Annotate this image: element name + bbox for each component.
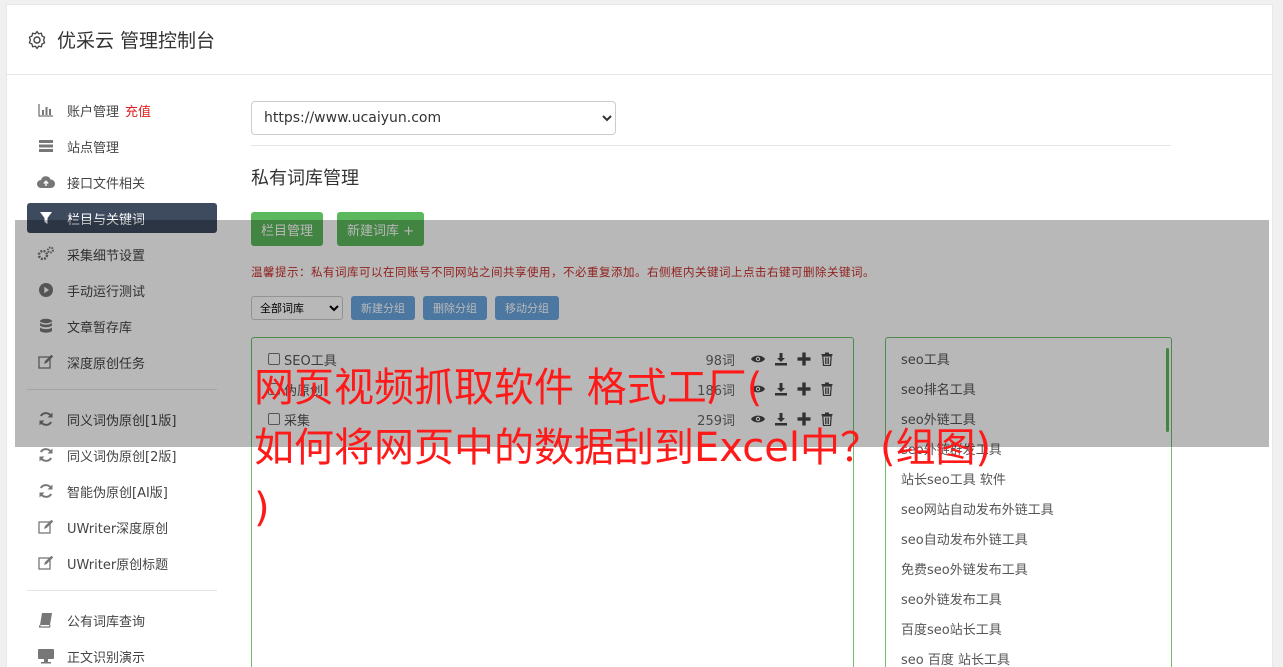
sidebar-item-label: 同义词伪原创[2版] (67, 449, 177, 465)
sidebar-item-label: 智能伪原创[AI版] (67, 485, 168, 501)
edit-icon (37, 555, 55, 571)
refresh-icon (37, 447, 55, 463)
top-bar: 优采云 管理控制台 (7, 5, 1272, 75)
sidebar-item-label: 账户管理 (67, 104, 120, 120)
site-select[interactable]: https://www.ucaiyun.com (251, 101, 616, 135)
cloud-upload-icon (37, 174, 55, 190)
keyword-item[interactable]: seo外链发布工具 (886, 586, 1171, 616)
edit-icon (37, 519, 55, 535)
sidebar-item-label: 站点管理 (67, 140, 120, 156)
recharge-link[interactable]: 充值 (125, 101, 151, 120)
sidebar-item[interactable]: UWriter深度原创 (27, 512, 217, 542)
keyword-item[interactable]: 百度seo站长工具 (886, 616, 1171, 646)
caption-line-3: ) (254, 485, 270, 531)
book-icon (37, 612, 55, 628)
caption-line-1: 网页视频抓取软件 格式工厂( (254, 365, 763, 411)
sidebar-item[interactable]: 公有词库查询 (27, 605, 217, 635)
sidebar-item-label: 接口文件相关 (67, 176, 146, 192)
sidebar-item-label: UWriter深度原创 (67, 521, 169, 537)
caption-line-2: 如何将网页中的数据刮到Excel中？(组图) (254, 425, 992, 471)
keyword-item[interactable]: 免费seo外链发布工具 (886, 556, 1171, 586)
app-title: 优采云 管理控制台 (57, 30, 216, 52)
bar-chart-icon (37, 102, 55, 118)
overlay-caption: 网页视频抓取软件 格式工厂( 如何将网页中的数据刮到Excel中？(组图) ) (254, 358, 1074, 538)
sidebar-item-label: UWriter原创标题 (67, 557, 169, 573)
keyword-item[interactable]: seo 百度 站长工具 (886, 646, 1171, 667)
sidebar-item[interactable]: 站点管理 (27, 131, 217, 161)
sidebar-item[interactable]: 正文识别演示 (27, 641, 217, 667)
gear-icon (27, 30, 47, 50)
sidebar-item-label: 公有词库查询 (67, 614, 146, 630)
sidebar-item[interactable]: 接口文件相关 (27, 167, 217, 197)
page-title: 私有词库管理 (251, 168, 359, 189)
refresh-icon (37, 483, 55, 499)
server-icon (37, 138, 55, 154)
sidebar-item[interactable]: UWriter原创标题 (27, 548, 217, 578)
sidebar-item[interactable]: 智能伪原创[AI版] (27, 476, 217, 506)
sidebar-item-label: 正文识别演示 (67, 650, 146, 666)
monitor-icon (37, 648, 55, 664)
divider (251, 145, 1171, 146)
sidebar-divider (27, 590, 217, 591)
sidebar-item[interactable]: 账户管理 充值 (27, 95, 217, 125)
